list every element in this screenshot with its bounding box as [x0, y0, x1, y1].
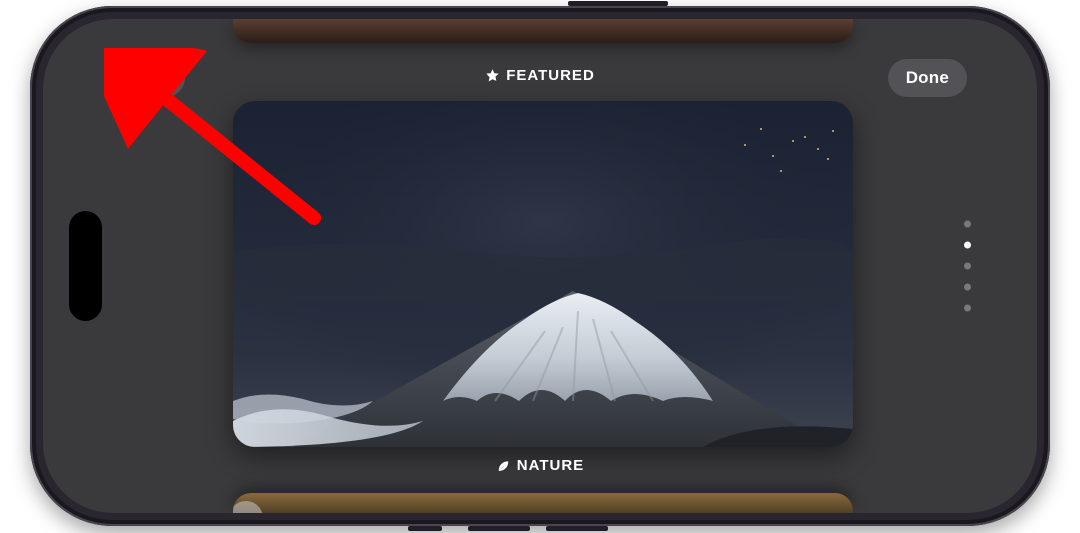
current-wallpaper-card[interactable] — [233, 101, 853, 447]
page-dot[interactable] — [964, 242, 971, 249]
page-dot[interactable] — [964, 305, 971, 312]
category-label-text: FEATURED — [506, 67, 595, 84]
done-button[interactable]: Done — [888, 59, 967, 97]
add-button[interactable]: + — [113, 59, 185, 97]
category-label-bottom: NATURE — [43, 457, 1037, 474]
control-knob — [233, 501, 263, 513]
dynamic-island — [69, 211, 102, 321]
page-indicator[interactable] — [964, 221, 971, 312]
next-wallpaper-card[interactable] — [233, 493, 853, 513]
silent-switch — [408, 526, 442, 531]
done-label: Done — [906, 68, 949, 88]
side-button — [568, 1, 668, 6]
volume-up-button — [468, 526, 530, 531]
previous-wallpaper-card[interactable] — [233, 19, 853, 43]
star-icon — [485, 68, 500, 83]
page-dot[interactable] — [964, 284, 971, 291]
leaf-icon — [496, 458, 511, 473]
plus-icon: + — [141, 63, 156, 94]
screen: FEATURED + Done — [43, 19, 1037, 513]
page-dot[interactable] — [964, 263, 971, 270]
phone-frame: FEATURED + Done — [30, 6, 1050, 526]
page-dot[interactable] — [964, 221, 971, 228]
volume-down-button — [546, 526, 608, 531]
category-label-text: NATURE — [517, 457, 584, 474]
